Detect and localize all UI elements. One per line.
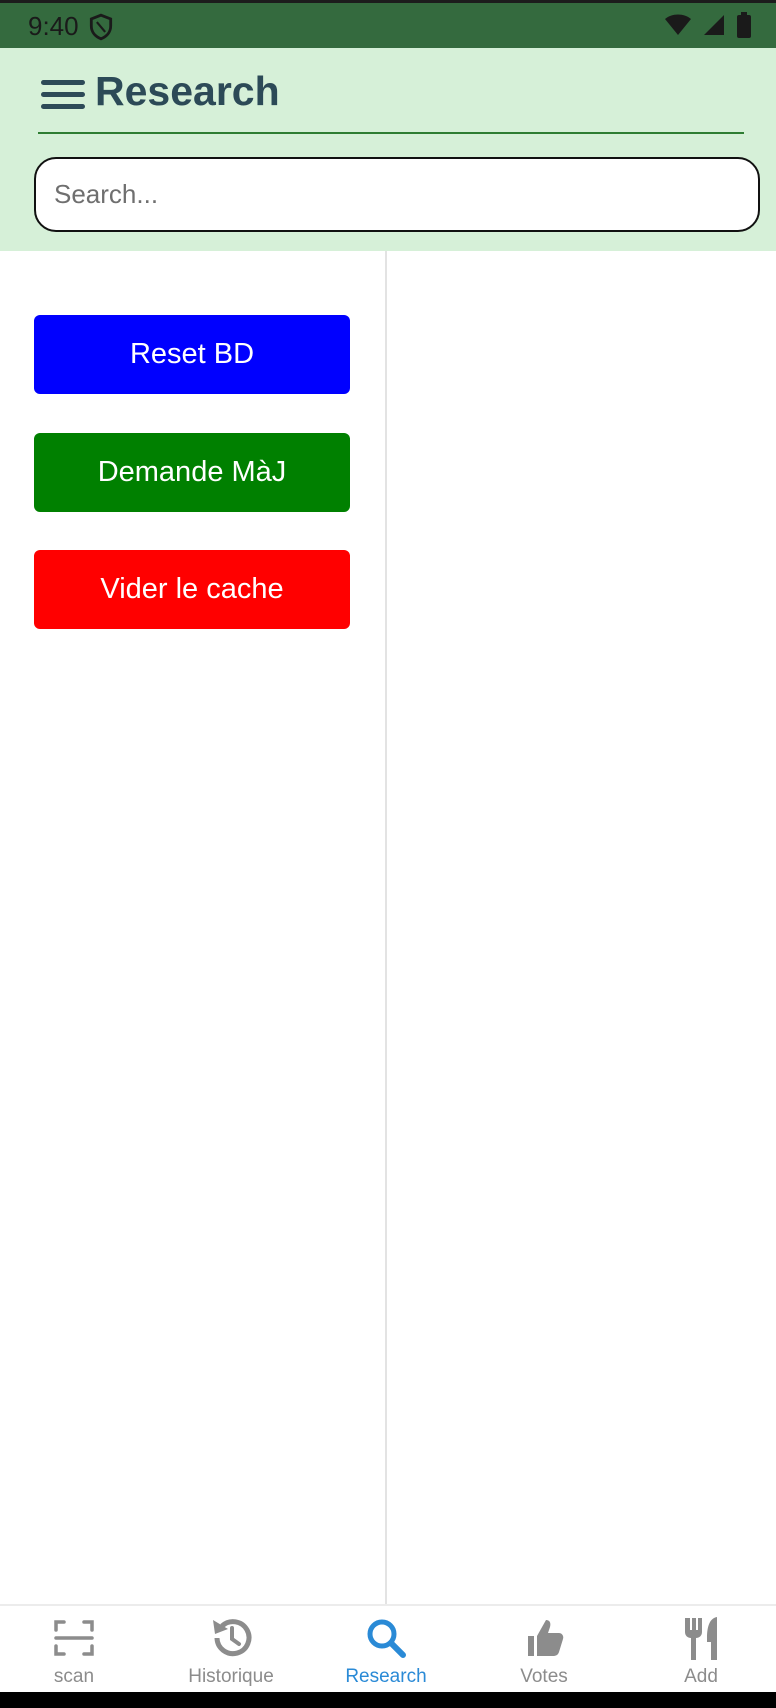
- nav-item-historique[interactable]: Historique: [166, 1614, 296, 1694]
- nav-label-votes: Votes: [520, 1666, 568, 1687]
- reset-db-button[interactable]: Reset BD: [34, 315, 350, 394]
- nav-label-research: Research: [345, 1666, 427, 1687]
- nav-label-add: Add: [684, 1666, 718, 1687]
- wifi-icon: [665, 14, 691, 35]
- thumbs-up-icon: [528, 1620, 564, 1656]
- nav-item-votes[interactable]: Votes: [479, 1614, 609, 1694]
- clear-cache-button[interactable]: Vider le cache: [34, 550, 350, 629]
- bottom-nav: scan Historique Research Votes Add: [0, 1604, 776, 1692]
- request-update-button[interactable]: Demande MàJ: [34, 433, 350, 512]
- search-icon: [367, 1619, 406, 1658]
- app-header: Research: [0, 48, 776, 251]
- nav-label-historique: Historique: [188, 1666, 274, 1687]
- title-row: Research: [38, 48, 744, 134]
- hamburger-menu-icon[interactable]: [41, 78, 85, 112]
- status-bar: 9:40: [0, 0, 776, 48]
- search-input[interactable]: [34, 157, 760, 232]
- battery-icon: [737, 12, 751, 38]
- nav-item-add[interactable]: Add: [636, 1614, 766, 1694]
- nav-item-scan[interactable]: scan: [9, 1614, 139, 1694]
- status-icons: [664, 12, 752, 38]
- system-navigation-bar: [0, 1692, 776, 1708]
- scan-icon: [54, 1620, 94, 1656]
- nav-label-scan: scan: [53, 1666, 95, 1687]
- status-time: 9:40: [28, 11, 79, 41]
- nav-item-research[interactable]: Research: [321, 1614, 451, 1694]
- left-panel: Reset BD Demande MàJ Vider le cache: [0, 251, 387, 1605]
- history-icon: [213, 1619, 252, 1657]
- shield-icon: [89, 13, 113, 41]
- fork-knife-icon: [685, 1617, 717, 1660]
- signal-icon: [704, 15, 724, 35]
- page-title: Research: [95, 68, 280, 114]
